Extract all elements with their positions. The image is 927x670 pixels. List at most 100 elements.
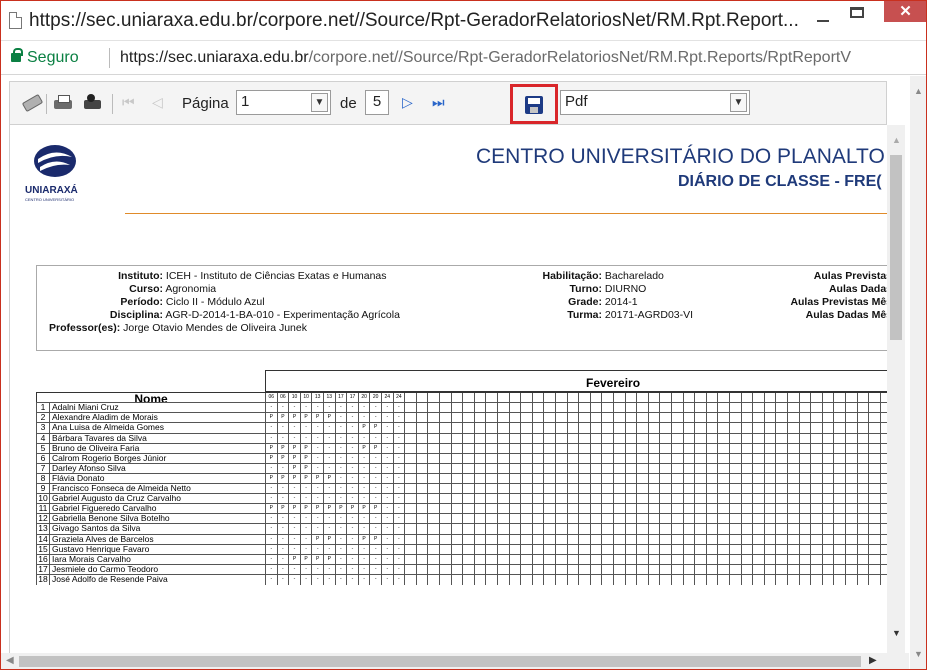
report-vertical-scrollbar[interactable]: ▲ ▼ xyxy=(887,125,905,653)
window-title: https://sec.uniaraxa.edu.br/corpore.net/… xyxy=(29,10,799,31)
logo-text: UNIARAXÁ xyxy=(25,185,78,196)
scroll-down-icon[interactable]: ▼ xyxy=(892,628,901,638)
export-format-value: Pdf xyxy=(565,93,588,110)
browser-popup-window: https://sec.uniaraxa.edu.br/corpore.net/… xyxy=(0,0,927,670)
attendance-cell xyxy=(601,574,613,585)
attendance-cell xyxy=(647,574,660,585)
info-aulas-previstas: Aulas Previstas xyxy=(813,270,889,282)
export-format-select[interactable]: Pdf ▼ xyxy=(560,90,750,115)
scrollbar-thumb[interactable] xyxy=(19,656,861,667)
toolbar-separator xyxy=(46,94,47,114)
attendance-cell: - xyxy=(381,574,393,585)
attendance-cell xyxy=(531,574,544,585)
attendance-cell xyxy=(624,574,637,585)
table-row: 4 Bárbara Tavares da Silva - - - - - - - - - - - - xyxy=(36,432,889,444)
info-habilitacao: Habilitação: Bacharelado xyxy=(542,270,664,282)
attendance-cell: - xyxy=(311,574,323,585)
attendance-cell xyxy=(717,574,729,585)
attendance-cell xyxy=(450,574,463,585)
scroll-up-icon[interactable]: ▲ xyxy=(892,135,901,145)
attendance-cell: - xyxy=(288,574,300,585)
report-viewer: UNIARAXÁ CENTRO UNIVERSITÁRIO CENTRO UNI… xyxy=(9,125,889,653)
chevron-down-icon[interactable]: ▼ xyxy=(311,93,328,112)
chevron-down-icon[interactable]: ▼ xyxy=(730,93,747,112)
attendance-cell: - xyxy=(392,574,405,585)
address-separator xyxy=(109,48,110,68)
table-row: 7 Darley Afonso Silva - - P P - - - - - - - - xyxy=(36,462,889,474)
close-button[interactable]: ✕ xyxy=(884,1,926,22)
maximize-button[interactable] xyxy=(850,7,864,18)
attendance-cell xyxy=(404,574,416,585)
of-label: de xyxy=(340,95,357,112)
minimize-button[interactable] xyxy=(815,13,831,29)
attendance-cell xyxy=(763,574,776,585)
attendance-cell xyxy=(740,574,753,585)
document-icon xyxy=(9,12,22,29)
table-row: 15 Gustavo Henrique Favaro - - - - - - - - - - - - xyxy=(36,543,889,555)
attendance-cell xyxy=(415,574,428,585)
page-select[interactable]: 1 ▼ xyxy=(236,90,331,115)
first-page-icon[interactable]: ⏮ xyxy=(122,94,136,112)
attendance-cell: - xyxy=(346,574,358,585)
table-row: 3 Ana Luisa de Almeida Gomes - - - - - - - - P P - - xyxy=(36,422,889,434)
attendance-cell xyxy=(555,574,567,585)
logo-subtext: CENTRO UNIVERSITÁRIO xyxy=(25,197,75,202)
attendance-cell xyxy=(682,574,695,585)
attendance-cell xyxy=(833,574,845,585)
attendance-cell xyxy=(427,574,439,585)
info-curso: Curso: Agronomia xyxy=(129,283,217,295)
prev-page-icon[interactable]: ◁ xyxy=(152,94,166,112)
attendance-cell xyxy=(729,574,741,585)
scroll-left-icon[interactable]: ◀ xyxy=(6,655,14,666)
attendance-cell xyxy=(462,574,474,585)
header-divider xyxy=(125,213,889,214)
toolbar-separator xyxy=(112,94,113,114)
info-professor: Professor(es): Jorge Otavio Mendes de Ol… xyxy=(49,322,307,334)
table-row: 11 Gabriel Figueredo Carvalho P P P P P P P P P P - - xyxy=(36,503,889,515)
url-text[interactable]: https://sec.uniaraxa.edu.br/corpore.net/… xyxy=(120,49,851,67)
uniaraxa-logo-icon xyxy=(34,145,76,177)
attendance-cell xyxy=(821,574,834,585)
export-button[interactable] xyxy=(510,84,558,124)
total-pages: 5 xyxy=(365,90,389,115)
save-icon xyxy=(525,96,543,114)
scroll-up-icon[interactable]: ▲ xyxy=(914,86,923,96)
print-icon[interactable] xyxy=(53,94,73,112)
attendance-cell xyxy=(613,574,625,585)
attendance-cell xyxy=(787,574,799,585)
print-setup-icon[interactable] xyxy=(83,94,105,112)
attendance-cell xyxy=(636,574,648,585)
next-page-icon[interactable]: ▷ xyxy=(402,94,416,112)
scroll-down-icon[interactable]: ▼ xyxy=(914,649,923,659)
attendance-cell: - xyxy=(369,574,381,585)
scroll-right-icon[interactable]: ▶ xyxy=(869,655,877,666)
info-aulas-previstas-mes: Aulas Previstas Mês xyxy=(790,296,889,308)
address-bar[interactable]: Seguro https://sec.uniaraxa.edu.br/corpo… xyxy=(1,41,926,75)
attendance-cell xyxy=(473,574,486,585)
eraser-icon[interactable] xyxy=(20,94,42,112)
table-row: 18 José Adolfo de Resende Paiva - - - - - - - - - -… xyxy=(36,573,889,585)
info-instituto: Instituto: ICEH - Instituto de Ciências … xyxy=(118,270,387,282)
table-row: 10 Gabriel Augusto da Cruz Carvalho - - - - - -… xyxy=(36,493,889,505)
scrollbar-thumb[interactable] xyxy=(890,155,902,340)
lock-icon xyxy=(11,48,23,62)
attendance-cell xyxy=(659,574,671,585)
attendance-cell xyxy=(508,574,521,585)
attendance-cell xyxy=(439,574,451,585)
attendance-cell xyxy=(520,574,532,585)
attendance-cell xyxy=(868,574,880,585)
page-label: Página xyxy=(182,95,229,112)
last-page-icon[interactable]: ⏭ xyxy=(432,94,450,112)
attendance-cell xyxy=(752,574,764,585)
window-vertical-scrollbar[interactable]: ▲ ▼ xyxy=(910,76,926,669)
attendance-cell xyxy=(589,574,602,585)
info-disciplina: Disciplina: AGR-D-2014-1-BA-010 - Experi… xyxy=(109,309,400,321)
attendance-cell xyxy=(497,574,509,585)
secure-label: Seguro xyxy=(27,49,79,66)
attendance-cell xyxy=(705,574,718,585)
attendance-cell: - xyxy=(323,574,335,585)
attendance-cell xyxy=(578,574,590,585)
horizontal-scrollbar[interactable]: ◀ ▶ xyxy=(1,653,909,669)
attendance-cell xyxy=(543,574,555,585)
table-row: 2 Alexandre Aladim de Morais P P P P P P - - - - - - xyxy=(36,412,889,424)
